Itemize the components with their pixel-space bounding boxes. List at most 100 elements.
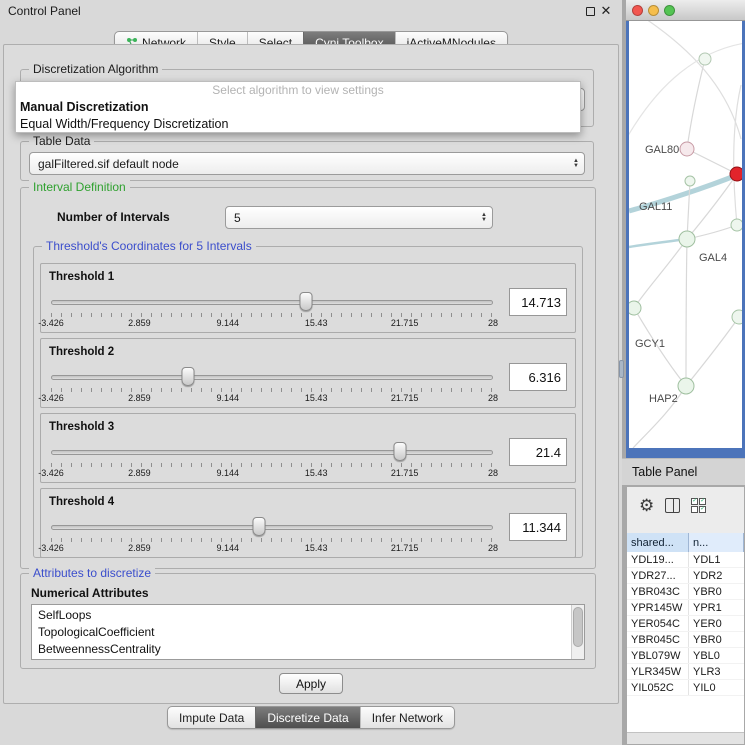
slider-handle[interactable] [300,292,313,311]
table-cell[interactable]: YER0 [689,616,744,631]
slider-track[interactable] [51,525,493,530]
close-window-icon[interactable] [632,5,643,16]
slider-track[interactable] [51,450,493,455]
table-cell[interactable]: YIL0 [689,680,744,695]
network-edge[interactable] [687,59,705,149]
slider-handle[interactable] [394,442,407,461]
columns-icon[interactable] [665,498,680,513]
threshold-label: Threshold 4 [49,496,114,508]
network-node[interactable] [699,53,711,65]
scrollbar-thumb[interactable] [573,607,583,647]
table-cell[interactable]: YBL0 [689,648,744,663]
table-row[interactable]: YLR345WYLR3 [627,664,744,680]
close-panel-button[interactable]: ✕ [598,3,614,19]
network-edge[interactable] [629,239,687,247]
table-hscrollbar[interactable] [627,732,744,744]
slider-track[interactable] [51,300,493,305]
scale-label: -3.426 [38,468,64,478]
table-row[interactable]: YER054CYER0 [627,616,744,632]
attributes-scrollbar[interactable] [571,605,584,659]
list-item[interactable]: BetweennessCentrality [38,641,570,658]
column-header-shared-name[interactable]: shared... [627,533,689,552]
network-node[interactable] [678,378,694,394]
network-window-titlebar[interactable] [626,0,745,21]
table-cell[interactable]: YIL052C [627,680,689,695]
numerical-attributes-list[interactable]: SelfLoopsTopologicalCoefficientBetweenne… [31,604,585,660]
dropdown-option-equal-width-frequency[interactable]: Equal Width/Frequency Discretization [16,115,580,132]
network-edge[interactable] [734,85,741,225]
table-cell[interactable]: YLR345W [627,664,689,679]
threshold-3-slider[interactable]: -3.4262.8599.14415.4321.71528 [51,446,493,478]
threshold-3-value-field[interactable]: 21.4 [509,438,567,466]
float-window-button[interactable] [582,3,598,19]
network-node[interactable] [680,142,694,156]
table-cell[interactable]: YPR145W [627,600,689,615]
table-cell[interactable]: YLR3 [689,664,744,679]
table-cell[interactable]: YBL079W [627,648,689,663]
network-edge[interactable] [629,43,742,141]
table-row[interactable]: YDR27...YDR2 [627,568,744,584]
table-cell[interactable]: YDR27... [627,568,689,583]
zoom-window-icon[interactable] [664,5,675,16]
table-row[interactable]: YBL079WYBL0 [627,648,744,664]
number-of-intervals-combobox[interactable]: 5 ▲▼ [225,206,493,229]
combo-value: galFiltered.sif default node [38,157,179,171]
gear-icon[interactable]: ⚙ [639,497,654,514]
dropdown-option-manual-discretization[interactable]: Manual Discretization [16,98,580,115]
network-canvas[interactable]: GAL80GAL11GAL4GCY1HAP2 [629,21,742,448]
apply-row: Apply [4,673,618,694]
network-node[interactable] [732,310,742,324]
table-cell[interactable]: YBR045C [627,632,689,647]
list-item[interactable]: TopologicalCoefficient [38,624,570,641]
apply-button[interactable]: Apply [279,673,343,694]
table-row[interactable]: YBR043CYBR0 [627,584,744,600]
threshold-1-value-field[interactable]: 14.713 [509,288,567,316]
network-node[interactable] [730,167,742,181]
table-data-combobox[interactable]: galFiltered.sif default node ▲▼ [29,152,585,175]
network-edge[interactable] [687,149,737,174]
slider-handle[interactable] [182,367,195,386]
network-node[interactable] [629,301,641,315]
table-cell[interactable]: YPR1 [689,600,744,615]
network-node[interactable] [685,176,695,186]
table-row[interactable]: YIL052CYIL0 [627,680,744,696]
network-node[interactable] [731,219,742,231]
slider-scale: -3.4262.8599.14415.4321.71528 [51,543,493,553]
column-header-name[interactable]: n... [689,533,744,552]
slider-scale: -3.4262.8599.14415.4321.71528 [51,393,493,403]
tab-label: Infer Network [372,711,443,725]
group-title: Table Data [29,134,94,148]
minimize-window-icon[interactable] [648,5,659,16]
table-cell[interactable]: YBR0 [689,584,744,599]
threshold-2-slider[interactable]: -3.4262.8599.14415.4321.71528 [51,371,493,403]
threshold-4-slider[interactable]: -3.4262.8599.14415.4321.71528 [51,521,493,553]
network-edge[interactable] [687,181,690,239]
threshold-4-value-field[interactable]: 11.344 [509,513,567,541]
table-cell[interactable]: YBR043C [627,584,689,599]
network-edge[interactable] [634,239,687,308]
table-row[interactable]: YDL19...YDL1 [627,552,744,568]
table-cell[interactable]: YBR0 [689,632,744,647]
panel-splitter-handle[interactable] [619,360,624,378]
tab-infer-network[interactable]: Infer Network [360,707,454,728]
threshold-1-slider[interactable]: -3.4262.8599.14415.4321.71528 [51,296,493,328]
table-row[interactable]: YPR145WYPR1 [627,600,744,616]
slider-handle[interactable] [252,517,265,536]
scale-label: 2.859 [128,543,151,553]
slider-track[interactable] [51,375,493,380]
network-node[interactable] [679,231,695,247]
network-edge[interactable] [686,317,739,386]
tab-impute-data[interactable]: Impute Data [168,707,255,728]
checkbox-grid-icon[interactable]: ✓ ✓ ✓ [691,498,706,513]
threshold-2-value-field[interactable]: 6.316 [509,363,567,391]
table-cell[interactable]: YDR2 [689,568,744,583]
table-cell[interactable]: YDL19... [627,552,689,567]
tab-label: Discretize Data [267,711,348,725]
table-cell[interactable]: YDL1 [689,552,744,567]
thresholds-group: Threshold's Coordinates for 5 Intervals … [33,246,583,558]
tab-discretize-data[interactable]: Discretize Data [255,707,359,728]
list-item[interactable]: SelfLoops [38,607,570,624]
table-row[interactable]: YBR045CYBR0 [627,632,744,648]
network-edge[interactable] [686,239,687,386]
table-cell[interactable]: YER054C [627,616,689,631]
